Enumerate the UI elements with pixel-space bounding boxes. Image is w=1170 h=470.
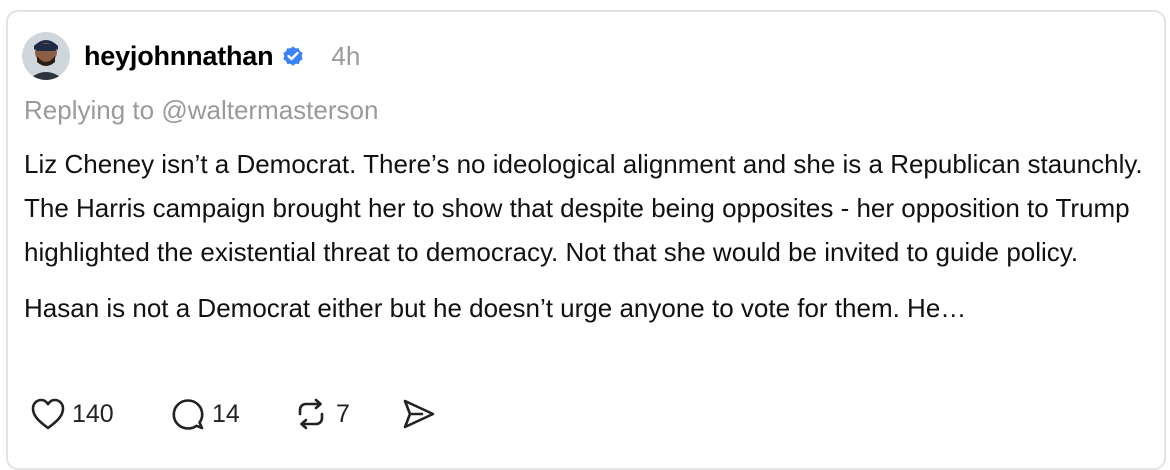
avatar[interactable] <box>22 32 70 80</box>
send-icon <box>400 397 438 431</box>
like-count: 140 <box>72 399 114 428</box>
post-timestamp[interactable]: 4h <box>331 41 360 72</box>
replying-to: Replying to @waltermasterson <box>24 95 378 126</box>
post-body: Liz Cheney isn’t a Democrat. There’s no … <box>24 142 1154 330</box>
share-button[interactable] <box>400 397 438 431</box>
reply-handle-link[interactable]: @waltermasterson <box>161 95 378 125</box>
post-actions: 140 14 7 <box>30 394 438 434</box>
post-paragraph: Hasan is not a Democrat either but he do… <box>24 293 967 323</box>
heart-icon <box>30 397 66 431</box>
repost-count: 7 <box>336 399 350 428</box>
reply-count: 14 <box>212 399 240 428</box>
replying-to-label: Replying to <box>24 95 162 125</box>
like-button[interactable]: 140 <box>30 397 170 431</box>
reply-button[interactable]: 14 <box>170 397 292 431</box>
verified-badge-icon <box>281 44 305 68</box>
repost-icon <box>292 397 330 431</box>
comment-icon <box>170 397 206 431</box>
post-header: heyjohnnathan 4h <box>22 30 360 82</box>
repost-button[interactable]: 7 <box>292 397 400 431</box>
username[interactable]: heyjohnnathan <box>84 41 274 72</box>
post-paragraph: Liz Cheney isn’t a Democrat. There’s no … <box>24 149 1143 267</box>
